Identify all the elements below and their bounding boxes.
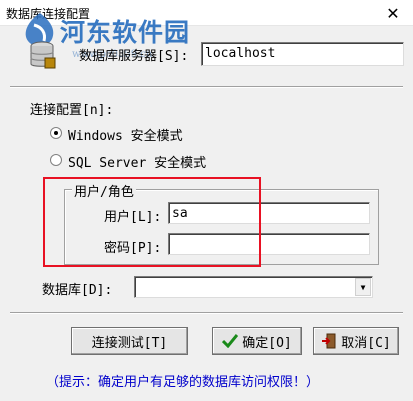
ok-label: 确定[O] — [242, 335, 292, 351]
dropdown-button[interactable]: ▼ — [355, 278, 371, 296]
server-input[interactable]: localhost — [201, 42, 404, 66]
radio-sql-auth[interactable] — [50, 154, 62, 166]
database-label: 数据库[D]: — [42, 283, 113, 298]
windows-auth-label[interactable]: Windows 安全模式 — [68, 125, 183, 144]
exit-door-icon — [322, 333, 336, 349]
highlight-box — [43, 177, 261, 267]
sql-auth-label[interactable]: SQL Server 安全模式 — [68, 152, 206, 171]
separator-top — [10, 86, 403, 88]
database-icon — [30, 41, 56, 69]
cancel-label: 取消[C] — [341, 335, 391, 351]
server-label: 数据库服务器[S]: — [79, 49, 189, 64]
database-value — [135, 277, 350, 297]
test-connection-label: 连接测试[T] — [91, 335, 168, 351]
watermark-text: 河东软件园 — [60, 18, 191, 47]
chevron-down-icon: ▼ — [360, 282, 366, 292]
database-select[interactable]: ▼ — [134, 276, 373, 298]
close-icon: ✕ — [386, 3, 400, 23]
connection-label: 连接配置[n]: — [30, 103, 114, 118]
close-button[interactable]: ✕ — [373, 0, 413, 26]
ok-button[interactable]: 确定[O] — [212, 327, 302, 355]
separator-bottom — [10, 312, 403, 314]
checkmark-icon — [222, 334, 239, 348]
test-connection-button[interactable]: 连接测试[T] — [71, 327, 188, 355]
hint-text: （提示：确定用户有足够的数据库访问权限！） — [46, 375, 320, 390]
radio-windows-auth[interactable] — [50, 127, 62, 139]
cancel-button[interactable]: 取消[C] — [313, 327, 399, 355]
